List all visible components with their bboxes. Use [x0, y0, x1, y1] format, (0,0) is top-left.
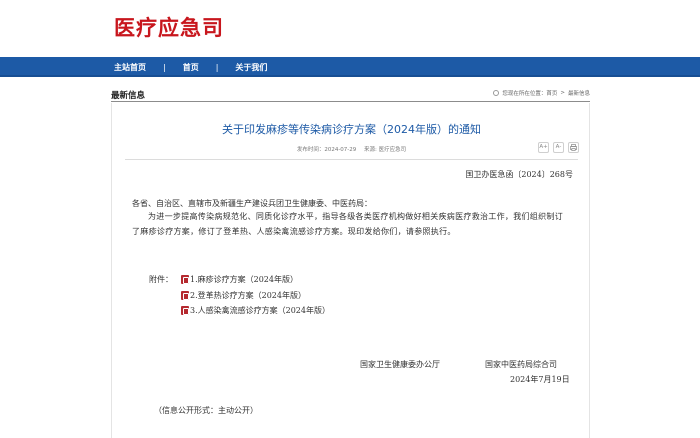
publish-date: 发布时间：2024-07-29 [296, 147, 357, 153]
pdf-file-icon [181, 306, 189, 315]
body-paragraph: 为进一步提高传染病规范化、同质化诊疗水平，指导各级各类医疗机构做好相关疾病医疗救… [132, 212, 563, 236]
nav-item-home[interactable]: 首页 [183, 62, 199, 73]
article-title: 关于印发麻疹等传染病诊疗方案（2024年版）的通知 [222, 123, 481, 136]
document-number: 国卫办医急函〔2024〕268号 [465, 170, 573, 179]
article-source: 来源: 医疗应急司 [364, 147, 407, 153]
signatory-tcm: 国家中医药局综合司 [485, 360, 557, 369]
signing-date: 2024年7月19日 [510, 375, 570, 384]
font-increase-button[interactable]: A+ [538, 142, 549, 153]
article: 关于印发麻疹等传染病诊疗方案（2024年版）的通知 发布时间：2024-07-2… [111, 103, 590, 438]
attachment-name[interactable]: 1.麻疹诊疗方案（2024年版） [190, 274, 298, 285]
pdf-file-icon [181, 291, 189, 300]
print-icon [570, 144, 577, 151]
site-logo[interactable]: 医疗应急司 [114, 12, 224, 42]
addressee: 各省、自治区、直辖市及新疆生产建设兵团卫生健康委、中医药局： [132, 199, 372, 208]
pdf-file-icon [181, 275, 189, 284]
attachment-link-1[interactable]: 1.麻疹诊疗方案（2024年版） [181, 274, 298, 285]
location-pin-icon [493, 90, 500, 96]
breadcrumb-home[interactable]: 首页 [546, 89, 557, 97]
disclosure-note: （信息公开形式：主动公开） [154, 406, 258, 415]
attachment-name[interactable]: 2.登革热诊疗方案（2024年版） [190, 290, 306, 301]
signatory-nhc: 国家卫生健康委办公厅 [360, 360, 440, 369]
nav-item-about[interactable]: 关于我们 [235, 62, 267, 73]
main-nav: 主站首页 | 首页 | 关于我们 [0, 57, 700, 77]
title-divider [125, 159, 578, 160]
breadcrumb: 您现在所在位置： 首页 > 最新信息 [493, 89, 590, 97]
section-title: 最新信息 [111, 91, 146, 101]
section-header: 最新信息 您现在所在位置： 首页 > 最新信息 [111, 86, 590, 102]
nav-separator: | [215, 62, 219, 72]
breadcrumb-prefix: 您现在所在位置： [502, 91, 547, 97]
attachments-label: 附件： [149, 275, 173, 284]
breadcrumb-current[interactable]: 最新信息 [568, 89, 590, 97]
nav-separator: | [163, 62, 166, 72]
attachment-link-3[interactable]: 3.人感染禽流感诊疗方案（2024年版） [181, 305, 330, 316]
breadcrumb-separator: > [560, 90, 565, 96]
attachment-name[interactable]: 3.人感染禽流感诊疗方案（2024年版） [190, 305, 330, 316]
article-tools: A+ A- [534, 142, 579, 153]
print-button[interactable] [568, 142, 579, 153]
attachment-link-2[interactable]: 2.登革热诊疗方案（2024年版） [181, 290, 306, 301]
nav-item-main-home[interactable]: 主站首页 [114, 62, 146, 73]
article-meta: 发布时间：2024-07-29 来源: 医疗应急司 [112, 145, 591, 153]
font-decrease-button[interactable]: A- [553, 142, 564, 153]
